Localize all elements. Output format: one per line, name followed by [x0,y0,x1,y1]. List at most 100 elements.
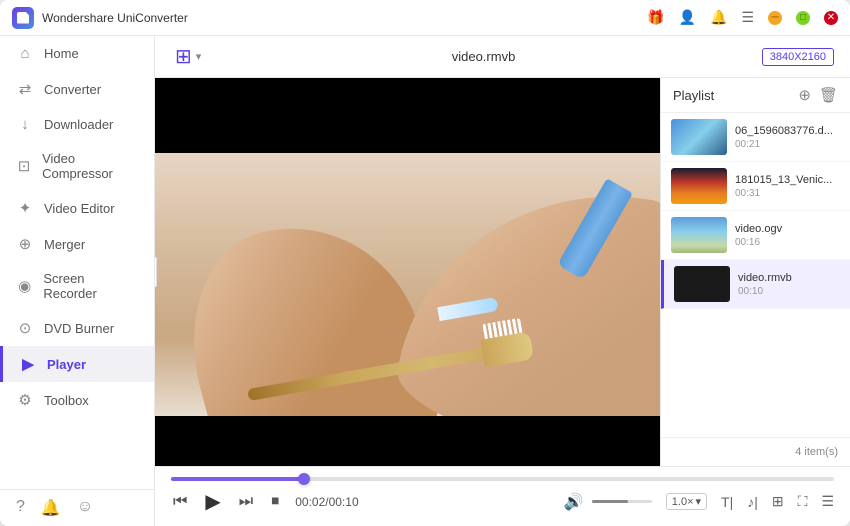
sidebar-item-label: Home [44,46,79,61]
player-topbar: ⊞ ▾ video.rmvb 3840X2160 [155,36,850,78]
playlist-item-name: 06_1596083776.d... [735,125,840,137]
sidebar-item-dvd-burner[interactable]: ⊙ DVD Burner [0,310,154,346]
compressor-icon: ⊡ [16,157,32,175]
feedback-icon[interactable]: ☺ [77,498,93,518]
app-title: Wondershare UniConverter [42,11,188,25]
playlist-item[interactable]: 06_1596083776.d... 00:21 [661,113,850,162]
sidebar-item-video-compressor[interactable]: ⊡ Video Compressor [0,142,154,190]
downloader-icon: ↓ [16,116,34,133]
toothbrush-scene [155,153,660,416]
controls-row: ⏮ ▶ ⏭ ⏹ 00:02/00:10 🔊 1.0× ▾ [171,487,834,516]
minimize-button[interactable]: ─ [768,11,782,25]
gift-icon[interactable]: 🎁 [647,9,664,26]
playlist-item-duration: 00:21 [735,139,840,150]
playlist-thumbnail [671,119,727,155]
bell-icon[interactable]: 🔔 [710,9,727,26]
fullscreen-icon[interactable]: ⛶ [798,493,808,510]
volume-icon[interactable]: 🔊 [562,490,586,514]
sidebar-item-label: Downloader [44,117,113,132]
speed-chevron: ▾ [696,495,702,508]
playlist-footer: 4 item(s) [661,437,850,466]
sidebar-item-label: Merger [44,237,85,252]
rewind-button[interactable]: ⏮ [171,491,189,513]
add-file-button[interactable]: ⊞ ▾ [171,42,205,71]
user-icon[interactable]: 👤 [679,9,696,26]
progress-fill [171,477,304,481]
editor-icon: ✦ [16,199,34,217]
video-black-top [155,78,660,153]
sidebar-item-video-editor[interactable]: ✦ Video Editor [0,190,154,226]
playlist-item-count: 4 item(s) [795,446,838,458]
recorder-icon: ◉ [16,277,33,295]
close-button[interactable]: ✕ [824,11,838,25]
sidebar-item-home[interactable]: ⌂ Home [0,36,154,71]
playlist-item-active[interactable]: video.rmvb 00:10 [661,260,850,309]
playlist-item[interactable]: video.ogv 00:16 [661,211,850,260]
speed-label: 1.0× [672,496,694,508]
sidebar-item-label: Converter [44,82,101,97]
progress-bar[interactable] [171,477,834,481]
player-icon: ▶ [19,355,37,373]
playlist-actions: ⊕ 🗑 [798,86,838,104]
app-icon-graphic [17,12,29,24]
playlist-item[interactable]: 181015_13_Venic... 00:31 [661,162,850,211]
video-filename: video.rmvb [217,49,749,64]
window-controls: 🎁 👤 🔔 ☰ ─ □ ✕ [647,9,838,26]
app-icon [12,7,34,29]
add-file-icon: ⊞ [175,44,192,69]
sidebar-item-screen-recorder[interactable]: ◉ Screen Recorder [0,262,154,310]
playlist-delete-icon[interactable]: 🗑 [819,86,838,104]
playlist-item-duration: 00:31 [735,188,840,199]
video-black-bottom [155,416,660,466]
help-icon[interactable]: ? [16,498,25,518]
sidebar-item-label: DVD Burner [44,321,114,336]
thumb-landscape [671,119,727,155]
volume-slider[interactable] [592,500,652,503]
video-player[interactable]: ‹ [155,78,660,466]
sidebar-bottom: ? 🔔 ☺ [0,489,154,526]
sidebar-item-label: Player [47,357,86,372]
playlist-item-name: video.rmvb [738,272,840,284]
hamburger-icon[interactable]: ☰ [741,9,754,26]
playlist-thumbnail [671,217,727,253]
resolution-badge: 3840X2160 [762,48,834,66]
audio-track-icon[interactable]: ♪| [747,494,758,510]
speed-control[interactable]: 1.0× ▾ [666,493,707,510]
sidebar-item-downloader[interactable]: ↓ Downloader [0,107,154,142]
aspect-ratio-icon[interactable]: ⊞ [772,493,784,510]
sidebar-item-toolbox[interactable]: ⚙ Toolbox [0,382,154,418]
converter-icon: ⇄ [16,80,34,98]
play-button[interactable]: ▶ [203,487,222,516]
dvd-icon: ⊙ [16,319,34,337]
fast-forward-button[interactable]: ⏭ [237,491,255,513]
playlist-item-info: video.ogv 00:16 [735,223,840,248]
thumb-sunset [671,168,727,204]
content-area: ⊞ ▾ video.rmvb 3840X2160 [155,36,850,526]
playlist-item-info: 06_1596083776.d... 00:21 [735,125,840,150]
maximize-button[interactable]: □ [796,11,810,25]
playlist-add-icon[interactable]: ⊕ [798,86,811,104]
volume-fill [592,500,628,503]
playlist-collapse-button[interactable]: ‹ [155,257,157,287]
playlist-item-duration: 00:16 [735,237,840,248]
player-playlist-area: ‹ Playlist ⊕ 🗑 [155,78,850,466]
stop-button[interactable]: ⏹ [269,491,281,513]
sidebar-item-label: Toolbox [44,393,89,408]
sidebar-item-player[interactable]: ▶ Player [0,346,154,382]
playlist-toggle-icon[interactable]: ☰ [821,493,834,510]
notification-icon[interactable]: 🔔 [41,498,61,518]
playlist-item-duration: 00:10 [738,286,840,297]
progress-thumb[interactable] [298,473,310,485]
playlist-title: Playlist [673,88,714,103]
subtitle-icon[interactable]: T| [721,494,733,510]
sidebar-item-label: Screen Recorder [43,271,138,301]
playlist-items: 06_1596083776.d... 00:21 181015_13_Venic… [661,113,850,437]
sidebar-item-merger[interactable]: ⊕ Merger [0,226,154,262]
toolbox-icon: ⚙ [16,391,34,409]
sidebar-item-label: Video Editor [44,201,115,216]
playlist-panel: Playlist ⊕ 🗑 06_1596083776.d... [660,78,850,466]
playlist-item-info: 181015_13_Venic... 00:31 [735,174,840,199]
home-icon: ⌂ [16,45,34,62]
sidebar-item-converter[interactable]: ⇄ Converter [0,71,154,107]
playlist-thumbnail [671,168,727,204]
